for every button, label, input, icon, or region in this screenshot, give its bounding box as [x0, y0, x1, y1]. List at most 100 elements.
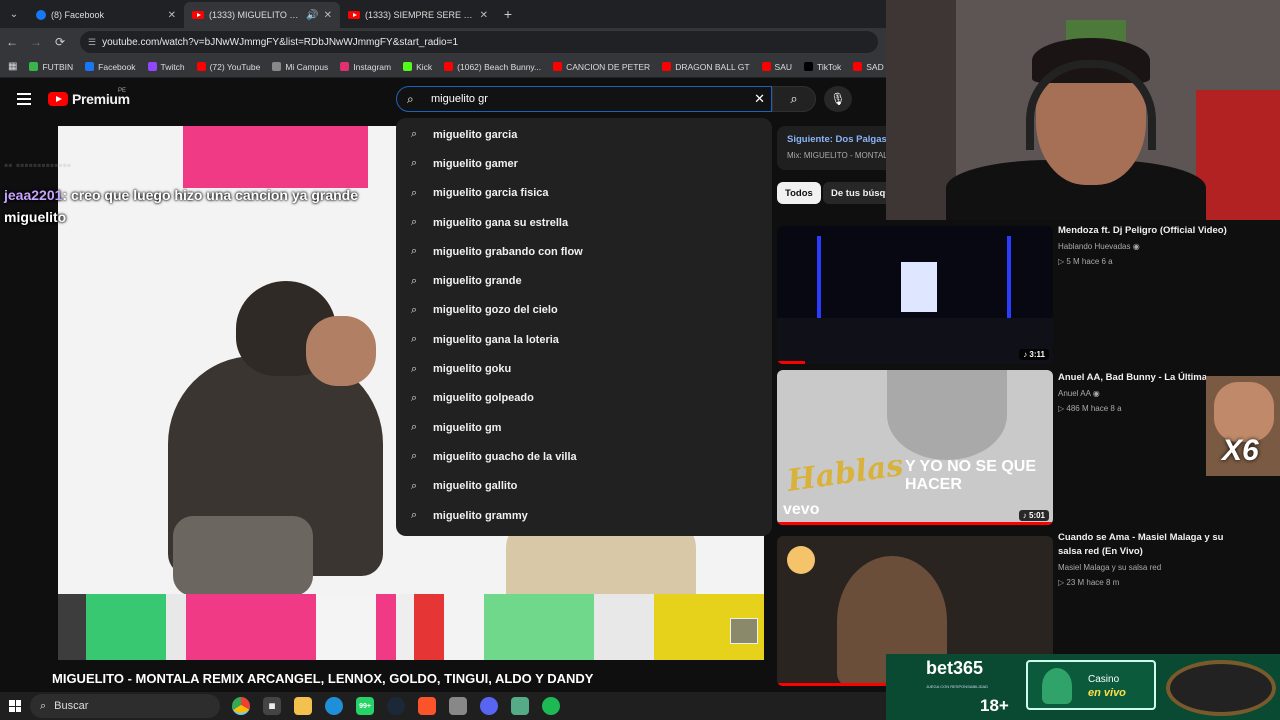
bookmark-label: DRAGON BALL GT: [675, 61, 750, 72]
url-field[interactable]: ☰ youtube.com/watch?v=bJNwWJmmgFY&list=R…: [80, 31, 878, 53]
bookmark-item[interactable]: CANCION DE PETER: [553, 62, 650, 72]
tab-search-icon[interactable]: ⌄: [0, 0, 28, 28]
search-input[interactable]: ⌕ miguelito gr ✕: [396, 86, 772, 112]
search-suggestion[interactable]: ⌕ miguelito grammy: [396, 501, 772, 530]
bookmark-item[interactable]: SAD: [853, 61, 884, 72]
suggestion-text: miguelito gallito: [433, 480, 518, 493]
taskbar-search[interactable]: ⌕ Buscar: [30, 694, 220, 718]
search-button[interactable]: ⌕: [772, 86, 816, 112]
new-tab-button[interactable]: +: [496, 6, 520, 22]
close-tab-icon[interactable]: ✕: [324, 10, 332, 21]
file-explorer-icon[interactable]: [294, 697, 312, 715]
meme-multiplier: X6: [1222, 434, 1259, 467]
clear-search-icon[interactable]: ✕: [754, 91, 765, 107]
bookmark-item[interactable]: Mi Campus: [272, 62, 328, 72]
youtube-icon: [192, 11, 204, 19]
address-bar-row: ← → ⟳ ☰ youtube.com/watch?v=bJNwWJmmgFY&…: [0, 28, 886, 56]
tab-siempre-sere[interactable]: (1333) SIEMPRE SERE ♪ - Orque ✕: [340, 2, 496, 28]
recommendation-meta[interactable]: Mendoza ft. Dj Peligro (Official Video) …: [1058, 224, 1228, 266]
discord-icon[interactable]: [480, 697, 498, 715]
start-button[interactable]: [0, 700, 30, 712]
search-query[interactable]: miguelito gr: [431, 93, 754, 105]
search-icon: ⌕: [411, 303, 418, 316]
bookmark-icon: [761, 62, 771, 71]
thumb-text: Y YO NO SE QUE HACER: [905, 458, 1037, 493]
recommendation-channel: Hablando Huevadas ◉: [1058, 242, 1140, 251]
bookmark-item[interactable]: SAU: [761, 62, 792, 72]
tab-miguelito[interactable]: (1333) MIGUELITO - MONTA 🔊 ✕: [184, 2, 340, 28]
browser-tab-strip: ⌄ (8) Facebook ✕ (1333) MIGUELITO - MONT…: [0, 0, 886, 28]
reload-icon[interactable]: ⟳: [48, 35, 72, 49]
search-suggestion[interactable]: ⌕ miguelito golpeado: [396, 384, 772, 413]
bookmark-icon: [340, 62, 350, 71]
recommendation-title[interactable]: Mendoza ft. Dj Peligro (Official Video): [1058, 224, 1228, 238]
search-suggestion[interactable]: ⌕ miguelito guacho de la villa: [396, 442, 772, 471]
bookmark-item[interactable]: DRAGON BALL GT: [662, 61, 750, 72]
thumb-decoration: [901, 262, 937, 312]
chrome-icon[interactable]: [232, 697, 250, 715]
recommendation-thumbnail[interactable]: ♪ 3:11: [777, 226, 1053, 364]
bookmark-item[interactable]: Kick: [403, 62, 432, 72]
forward-icon[interactable]: →: [24, 35, 48, 49]
bookmark-item[interactable]: TikTok: [804, 62, 841, 72]
suggestion-text: miguelito grammy: [433, 509, 528, 522]
search-suggestion[interactable]: ⌕ miguelito gana su estrella: [396, 208, 772, 237]
recommendation-channel: Anuel AA ◉: [1058, 389, 1100, 398]
bookmark-item[interactable]: Instagram: [340, 62, 391, 72]
recommendation-thumbnail[interactable]: Hablas Y YO NO SE QUE HACER vevo ♪ 5:01: [777, 370, 1053, 525]
playlist-next-panel[interactable]: Siguiente: Dos Palgas Mix: MIGUELITO - M…: [777, 126, 886, 170]
video-stripes: [58, 594, 764, 660]
game-icon[interactable]: [511, 697, 529, 715]
close-tab-icon[interactable]: ✕: [480, 10, 488, 21]
edge-icon[interactable]: [325, 697, 343, 715]
spotify-icon[interactable]: [542, 697, 560, 715]
casino-label: Casino: [1088, 674, 1120, 685]
apps-icon[interactable]: ▦: [8, 61, 17, 72]
bookmark-item[interactable]: FUTBIN: [29, 62, 73, 72]
search-suggestion[interactable]: ⌕ miguelito gm: [396, 413, 772, 442]
bookmark-item[interactable]: Facebook: [85, 62, 136, 72]
recommendation-meta[interactable]: Cuando se Ama - Masiel Malaga y su salsa…: [1058, 531, 1228, 587]
recommendation-stats: ▷ 486 M hace 8 a: [1058, 404, 1122, 413]
recommendation-title[interactable]: Cuando se Ama - Masiel Malaga y su salsa…: [1058, 531, 1228, 559]
chat-username: jeaa2201: [4, 187, 63, 203]
search-suggestion[interactable]: ⌕ miguelito garcia: [396, 120, 772, 149]
steam-icon[interactable]: [387, 697, 405, 715]
bookmark-icon: [196, 62, 206, 71]
tab-facebook[interactable]: (8) Facebook ✕: [28, 2, 184, 28]
menu-icon[interactable]: [17, 93, 31, 105]
search-suggestion[interactable]: ⌕ miguelito grabando con flow: [396, 237, 772, 266]
search-suggestion[interactable]: ⌕ miguelito gamer: [396, 149, 772, 178]
search-suggestion[interactable]: ⌕ miguelito garcia fisica: [396, 179, 772, 208]
bookmark-label: (72) YouTube: [209, 61, 261, 72]
whatsapp-icon[interactable]: 99+: [356, 697, 374, 715]
search-suggestion[interactable]: ⌕ miguelito gana la loteria: [396, 325, 772, 354]
suggestion-text: miguelito gana su estrella: [433, 216, 569, 229]
meme-overlay: X6: [1206, 376, 1280, 476]
brave-icon[interactable]: [418, 697, 436, 715]
recommendation-meta[interactable]: Anuel AA, Bad Bunny - La Última Vez Anue…: [1058, 371, 1228, 413]
bookmark-item[interactable]: (72) YouTube: [196, 61, 261, 72]
search-suggestion[interactable]: ⌕ miguelito gozo del cielo: [396, 296, 772, 325]
mail-icon[interactable]: [449, 697, 467, 715]
recommendation-title[interactable]: Anuel AA, Bad Bunny - La Última Vez: [1058, 371, 1206, 385]
casino-banner: Casino en vivo: [1026, 660, 1156, 710]
search-suggestion[interactable]: ⌕ miguelito goku: [396, 354, 772, 383]
legal-text: JUEGA CON RESPONSABILIDAD: [926, 684, 989, 689]
close-tab-icon[interactable]: ✕: [168, 10, 176, 21]
thumb-decoration: [817, 236, 821, 326]
chip-all[interactable]: Todos: [777, 182, 821, 204]
back-icon[interactable]: ←: [0, 35, 24, 49]
search-icon: ⌕: [411, 479, 418, 492]
site-info-icon[interactable]: ☰: [88, 37, 96, 48]
search-suggestion[interactable]: ⌕ miguelito grande: [396, 266, 772, 295]
suggestion-text: miguelito grande: [433, 275, 522, 288]
bookmark-item[interactable]: (1062) Beach Bunny...: [444, 62, 541, 72]
bookmark-item[interactable]: Twitch: [147, 62, 185, 72]
search-suggestion[interactable]: ⌕ miguelito gallito: [396, 472, 772, 501]
chip-your-searches[interactable]: De tus búsquedas: [823, 182, 886, 204]
calculator-icon[interactable]: ▦: [263, 697, 281, 715]
voice-search-button[interactable]: 🎙: [824, 86, 852, 112]
bookmark-label: SAD: [866, 61, 884, 72]
speaker-icon[interactable]: 🔊: [306, 10, 318, 21]
